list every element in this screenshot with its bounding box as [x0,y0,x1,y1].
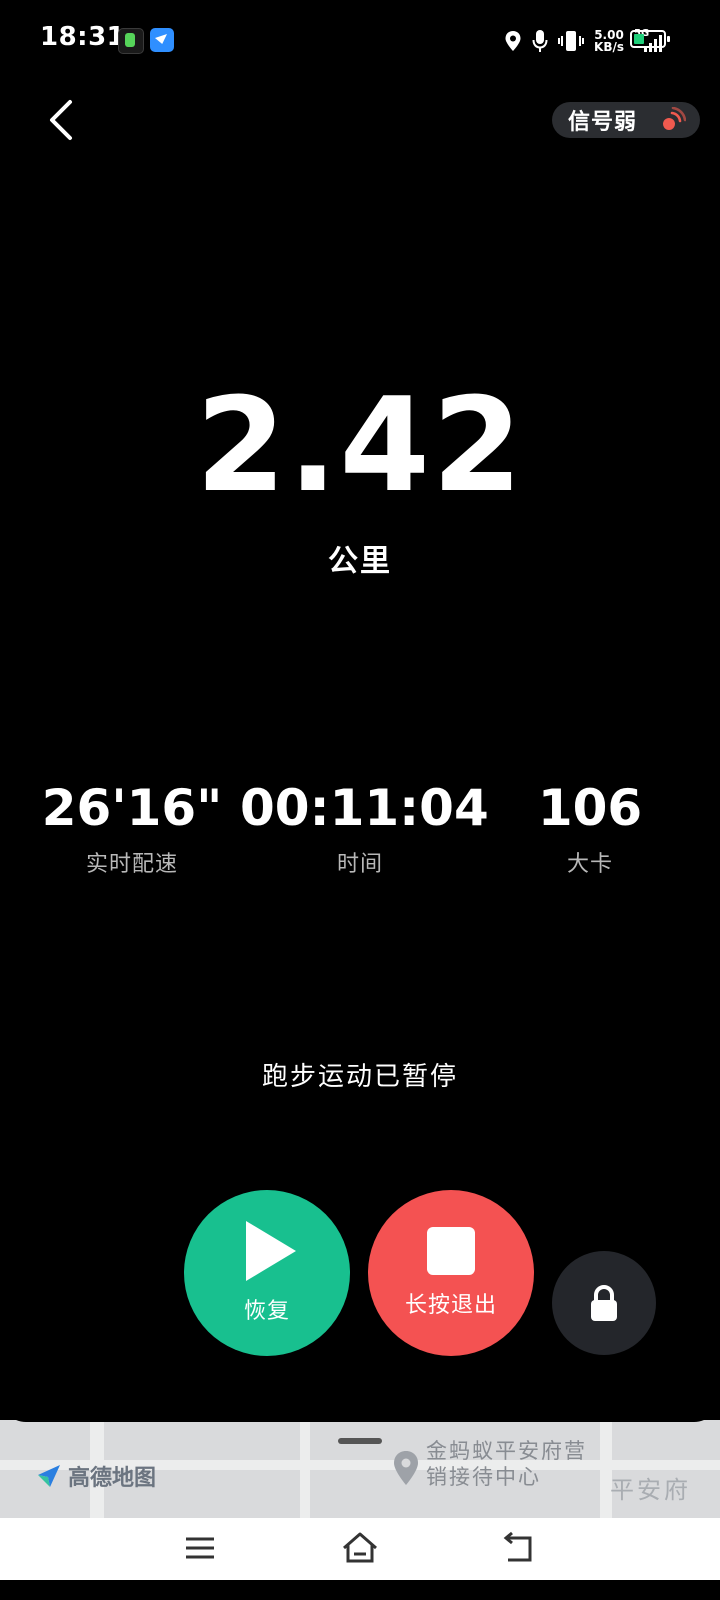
home-icon[interactable] [340,1530,380,1566]
stop-icon [427,1227,475,1275]
messaging-app-icon [150,28,174,52]
paused-message: 跑步运动已暂停 [261,1062,458,1092]
play-icon [246,1221,296,1281]
calories-value: 106 [537,779,643,837]
network-speed: 5.00 KB/s [594,29,624,53]
stat-duration: 00:11:04 时间 [240,778,489,878]
drag-handle[interactable] [338,1438,382,1444]
lock-icon [591,1285,617,1321]
resume-button[interactable]: 恢复 [184,1190,350,1356]
duration-label: 时间 [336,852,383,877]
running-paused-screen: 18:31 5.00 KB/s 5G 信号弱 2.42 公里 26'16" 实时… [0,0,720,1600]
map-pin-icon [394,1451,418,1485]
poi-name: 金蚂蚁平安府营销接待中心 [426,1439,587,1489]
stop-label: 长按退出 [404,1293,497,1318]
map-poi[interactable]: 金蚂蚁平安府营销接待中心 [392,1438,596,1490]
signal-status-text: 信号弱 [568,110,638,135]
gps-signal-status: 信号弱 [552,102,700,138]
network-speed-unit: KB/s [594,40,624,54]
lock-screen-button[interactable] [552,1251,656,1355]
weak-signal-icon [663,107,686,130]
calories-label: 大卡 [566,852,613,877]
pace-value: 26'16" [41,779,223,837]
pace-label: 实时配速 [85,852,178,877]
battery-icon [630,30,670,48]
status-time: 18:31 [40,22,126,52]
stop-button[interactable]: 长按退出 [368,1190,534,1356]
distance-value: 2.42 [195,369,525,521]
vibrate-icon [558,31,585,51]
back-button[interactable] [38,96,82,144]
amap-logo-icon [38,1465,60,1487]
duration-value: 00:11:04 [240,779,489,837]
stat-calories: 106 大卡 [470,778,710,878]
map-brand-logo: 高德地图 [36,1460,156,1492]
location-icon [505,31,521,51]
status-bar: 18:31 5.00 KB/s 5G [0,0,720,82]
bottom-edge [0,1580,720,1600]
stat-pace: 26'16" 实时配速 [12,778,252,878]
menu-icon[interactable] [180,1530,220,1566]
map-brand-name: 高德地图 [68,1466,157,1491]
back-nav-icon[interactable] [500,1530,540,1566]
distance-unit: 公里 [328,544,392,579]
microphone-icon [532,30,548,52]
map-area-label: 平安府 [610,1476,691,1504]
system-nav-bar [0,1518,720,1580]
music-app-icon [118,28,144,54]
resume-label: 恢复 [243,1299,290,1324]
